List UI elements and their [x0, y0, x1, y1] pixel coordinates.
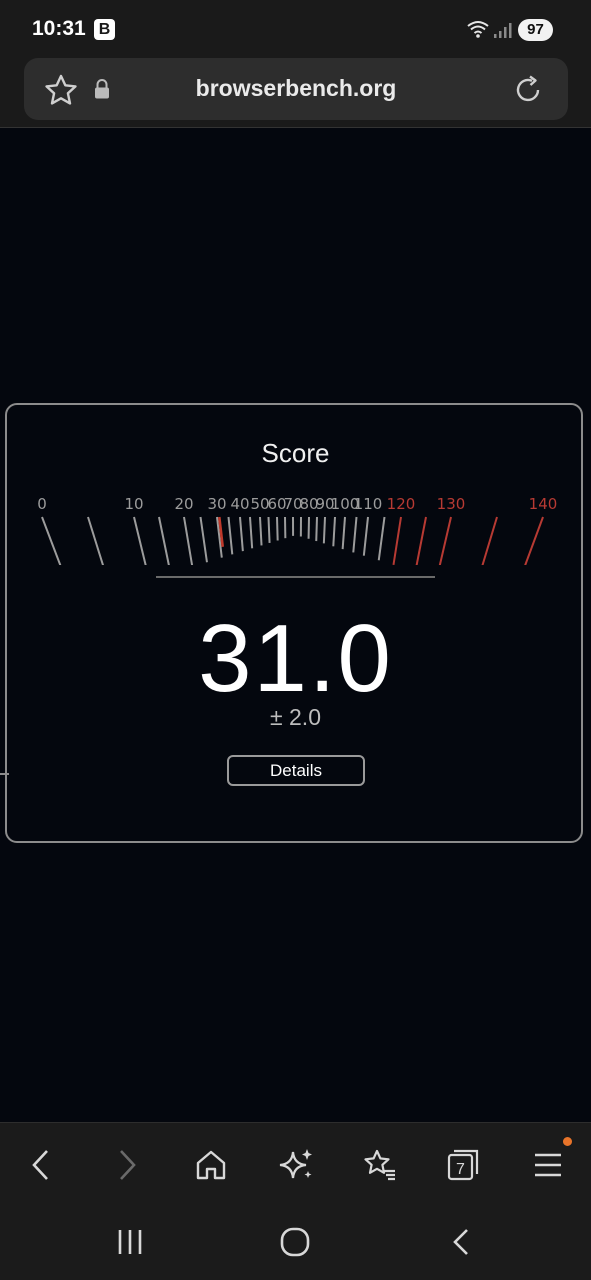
system-nav-bar [0, 1204, 591, 1280]
star-icon[interactable] [44, 74, 78, 106]
gauge-tick [524, 516, 544, 565]
score-title: Score [261, 438, 330, 468]
gauge-label: 30 [207, 495, 226, 513]
gauge-label: 140 [529, 495, 558, 513]
gauge-tick [341, 516, 346, 550]
status-bar: 10:31 B 97 [0, 0, 591, 58]
battery-indicator: 97 [518, 19, 553, 41]
score-margin-of-error: ± 2.0 [270, 704, 321, 730]
tabs-icon[interactable]: 7 [443, 1145, 483, 1185]
notification-badge: B [94, 19, 115, 40]
gauge-tick [249, 516, 254, 549]
gauge-tick [158, 516, 170, 565]
back-icon[interactable] [21, 1145, 61, 1185]
gauge-tick [227, 516, 234, 555]
gauge-label: 0 [37, 495, 47, 513]
gauge-tick [133, 516, 147, 565]
gauge-tick [239, 516, 244, 552]
gauge-label: 120 [387, 495, 416, 513]
gauge-tick [438, 516, 452, 565]
sparkle-icon[interactable] [276, 1145, 316, 1185]
gauge-tick [322, 516, 326, 544]
gauge-tick [183, 516, 194, 565]
lock-icon [95, 79, 109, 99]
url-text[interactable]: browserbench.org [124, 75, 468, 102]
panel-edge-tick [0, 773, 9, 775]
address-bar-divider [0, 127, 591, 128]
gauge-label: 20 [174, 495, 193, 513]
score-gauge: 0 10 20 30 40 5060708090100110 120 130 140 [37, 495, 558, 565]
system-back-icon[interactable] [441, 1222, 481, 1262]
browser-toolbar: 7 [0, 1122, 591, 1205]
bookmarks-icon[interactable] [359, 1145, 399, 1185]
menu-icon[interactable] [528, 1145, 568, 1185]
gauge-label: 40 [230, 495, 249, 513]
gauge-tick [392, 516, 402, 565]
gauge-tick [362, 516, 369, 556]
gauge-baseline [156, 576, 435, 578]
gauge-tick [481, 516, 498, 565]
wifi-icon [467, 21, 489, 38]
gauge-tick [87, 516, 104, 565]
gauge-tick [259, 516, 263, 546]
details-button[interactable]: Details [227, 755, 365, 786]
gauge-label: 110 [354, 495, 383, 513]
menu-notification-dot [563, 1137, 572, 1146]
signal-icon [494, 23, 512, 38]
reload-icon[interactable] [512, 74, 544, 106]
gauge-tick [352, 516, 358, 553]
address-bar-area: browserbench.org [0, 58, 591, 128]
gauge-label: 10 [124, 495, 143, 513]
gauge-label: 130 [437, 495, 466, 513]
status-time: 10:31 [32, 17, 86, 40]
gauge-tick [267, 516, 271, 543]
home-icon[interactable] [191, 1145, 231, 1185]
score-value: 31.0 [198, 605, 393, 712]
gauge-tick [377, 516, 386, 561]
gauge-tick [332, 516, 336, 547]
gauge-tick [199, 516, 208, 563]
address-bar[interactable]: browserbench.org [24, 58, 568, 120]
recents-icon[interactable] [110, 1222, 150, 1262]
gauge-tick [315, 516, 318, 542]
gauge-tick [41, 516, 62, 565]
gauge-tick [415, 516, 427, 565]
gauge-tick [276, 516, 279, 541]
home-circle-icon[interactable] [275, 1222, 315, 1262]
forward-icon[interactable] [107, 1145, 147, 1185]
tab-count: 7 [456, 1161, 465, 1178]
